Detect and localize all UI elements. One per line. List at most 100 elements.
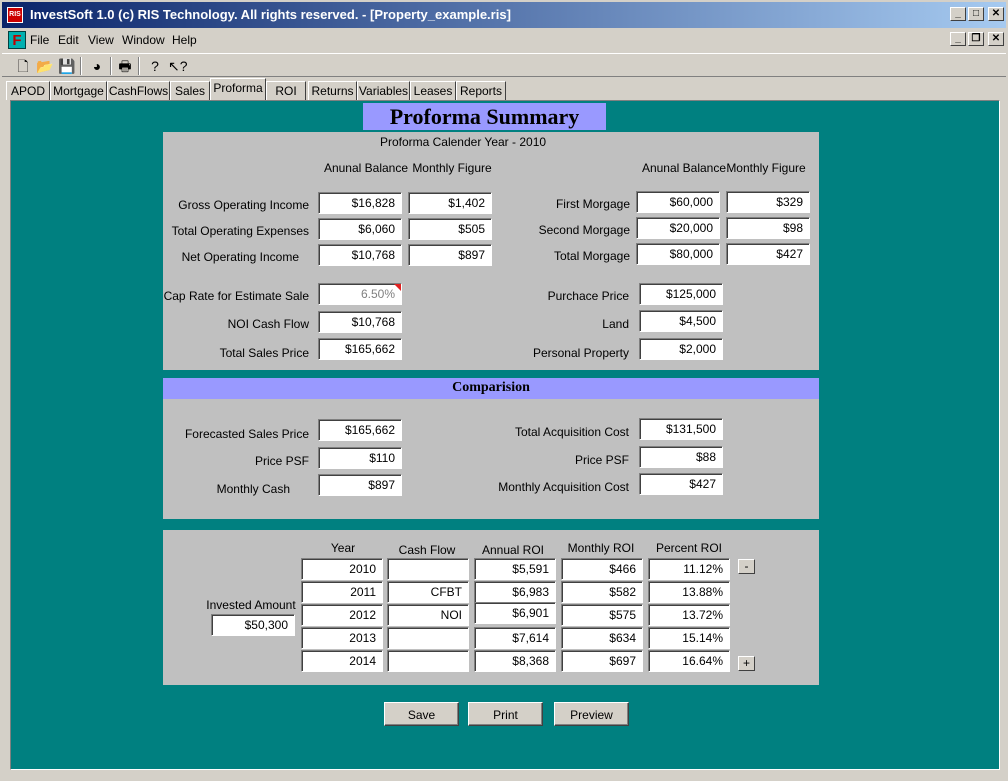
tab-leases[interactable]: Leases [410, 81, 456, 100]
menu-file[interactable]: File [30, 33, 49, 47]
row-label: Net Operating Income [181, 250, 299, 264]
comment-indicator [394, 284, 401, 291]
cap-rate-field[interactable]: 6.50% [318, 283, 402, 305]
menu-view[interactable]: View [88, 33, 114, 47]
roi-monthly-cell[interactable]: $575 [561, 604, 643, 626]
roi-cashflow-cell[interactable] [387, 627, 469, 649]
total-acquisition-cost-field[interactable]: $131,500 [639, 418, 723, 440]
roi-cashflow-cell[interactable] [387, 558, 469, 580]
gross-income-monthly-field[interactable]: $1,402 [408, 192, 492, 214]
menu-edit[interactable]: Edit [58, 33, 79, 47]
menu-help[interactable]: Help [172, 33, 197, 47]
menu-window[interactable]: Window [122, 33, 165, 47]
title-bar: RIS InvestSoft 1.0 (c) RIS Technology. A… [2, 2, 1006, 28]
operating-expenses-annual-field[interactable]: $6,060 [318, 218, 402, 240]
calendar-year-label: Proforma Calender Year - 2010 [379, 135, 547, 149]
second-mortgage-monthly-field[interactable]: $98 [726, 217, 810, 239]
preview-button[interactable]: Preview [554, 702, 629, 726]
roi-annual-cell[interactable]: $7,614 [474, 627, 556, 649]
roi-percent-cell[interactable]: 13.72% [648, 604, 730, 626]
tab-reports[interactable]: Reports [456, 81, 506, 100]
roi-year-cell[interactable]: 2012 [301, 604, 383, 626]
gross-income-annual-field[interactable]: $16,828 [318, 192, 402, 214]
remove-row-button[interactable]: - [738, 559, 755, 574]
purchase-price-field[interactable]: $125,000 [639, 283, 723, 305]
total-mortgage-annual-field[interactable]: $80,000 [636, 243, 720, 265]
roi-percent-cell[interactable]: 16.64% [648, 650, 730, 672]
tab-sales[interactable]: Sales [170, 81, 210, 100]
roi-year-cell[interactable]: 2013 [301, 627, 383, 649]
operating-expenses-monthly-field[interactable]: $505 [408, 218, 492, 240]
first-mortgage-monthly-field[interactable]: $329 [726, 191, 810, 213]
open-folder-icon[interactable]: 📂 [36, 57, 54, 75]
summary-panel: Proforma Calender Year - 2010 Anunal Bal… [163, 132, 819, 370]
second-mortgage-annual-field[interactable]: $20,000 [636, 217, 720, 239]
land-field[interactable]: $4,500 [639, 310, 723, 332]
acquisition-price-psf-field[interactable]: $88 [639, 446, 723, 468]
tab-mortgage[interactable]: Mortgage [50, 81, 107, 100]
roi-cashflow-cell[interactable]: CFBT [387, 581, 469, 603]
toolbar-separator [138, 57, 140, 75]
roi-percent-cell[interactable]: 15.14% [648, 627, 730, 649]
document-logo-icon[interactable]: F [8, 31, 26, 49]
row-label: Monthly Acquisition Cost [498, 480, 629, 494]
toolbar: 🗋 📂 💾 ◕ 🖶 ? ↖? [2, 53, 1006, 77]
add-row-button[interactable]: + [738, 656, 755, 671]
roi-monthly-cell[interactable]: $466 [561, 558, 643, 580]
monthly-cash-field[interactable]: $897 [318, 474, 402, 496]
child-minimize-button[interactable]: _ [950, 32, 966, 46]
tab-apod[interactable]: APOD [6, 81, 50, 100]
price-psf-field[interactable]: $110 [318, 447, 402, 469]
roi-annual-cell[interactable]: $5,591 [474, 558, 556, 580]
year-header: Year [330, 541, 356, 555]
tab-returns[interactable]: Returns [308, 81, 357, 100]
new-file-icon[interactable]: 🗋 [14, 57, 32, 75]
close-button[interactable]: ✕ [988, 7, 1004, 21]
tab-proforma[interactable]: Proforma [210, 78, 266, 100]
roi-percent-cell[interactable]: 11.12% [648, 558, 730, 580]
minimize-button[interactable]: _ [950, 7, 966, 21]
child-restore-button[interactable]: ❐ [968, 32, 984, 46]
roi-annual-cell[interactable]: $6,983 [474, 581, 556, 603]
net-income-monthly-field[interactable]: $897 [408, 244, 492, 266]
monthly-acquisition-cost-field[interactable]: $427 [639, 473, 723, 495]
roi-year-cell[interactable]: 2010 [301, 558, 383, 580]
roi-monthly-cell[interactable]: $697 [561, 650, 643, 672]
save-icon[interactable]: 💾 [58, 57, 76, 75]
page-title: Proforma Summary [363, 103, 606, 130]
annual-roi-header: Annual ROI [481, 543, 545, 557]
roi-year-cell[interactable]: 2011 [301, 581, 383, 603]
print-button[interactable]: Print [468, 702, 543, 726]
help-icon[interactable]: ? [146, 57, 164, 75]
first-mortgage-annual-field[interactable]: $60,000 [636, 191, 720, 213]
roi-cashflow-cell[interactable] [387, 650, 469, 672]
print-icon[interactable]: 🖶 [116, 57, 134, 75]
tab-variables[interactable]: Variables [357, 81, 410, 100]
row-label: First Morgage [555, 197, 630, 211]
monthly-roi-header: Monthly ROI [567, 541, 635, 555]
total-sales-price-field[interactable]: $165,662 [318, 338, 402, 360]
roi-annual-cell[interactable]: $6,901 [474, 602, 556, 624]
roi-year-cell[interactable]: 2014 [301, 650, 383, 672]
tab-cashflows[interactable]: CashFlows [107, 81, 170, 100]
roi-annual-cell[interactable]: $8,368 [474, 650, 556, 672]
personal-property-field[interactable]: $2,000 [639, 338, 723, 360]
noi-cash-flow-field[interactable]: $10,768 [318, 311, 402, 333]
forecasted-sales-price-field[interactable]: $165,662 [318, 419, 402, 441]
roi-monthly-cell[interactable]: $634 [561, 627, 643, 649]
monthly-figure-header: Monthly Figure [726, 161, 806, 175]
roi-cashflow-cell[interactable]: NOI [387, 604, 469, 626]
tab-roi[interactable]: ROI [266, 81, 306, 100]
context-help-icon[interactable]: ↖? [168, 57, 188, 75]
toolbar-separator [80, 57, 82, 75]
total-mortgage-monthly-field[interactable]: $427 [726, 243, 810, 265]
maximize-button[interactable]: □ [968, 7, 984, 21]
roi-percent-cell[interactable]: 13.88% [648, 581, 730, 603]
child-close-button[interactable]: ✕ [988, 32, 1004, 46]
color-palette-icon[interactable]: ◕ [88, 57, 106, 75]
save-button[interactable]: Save [384, 702, 459, 726]
net-income-annual-field[interactable]: $10,768 [318, 244, 402, 266]
invested-amount-field[interactable]: $50,300 [211, 614, 295, 636]
roi-monthly-cell[interactable]: $582 [561, 581, 643, 603]
comparison-panel: Forecasted Sales Price $165,662 Price PS… [163, 399, 819, 519]
